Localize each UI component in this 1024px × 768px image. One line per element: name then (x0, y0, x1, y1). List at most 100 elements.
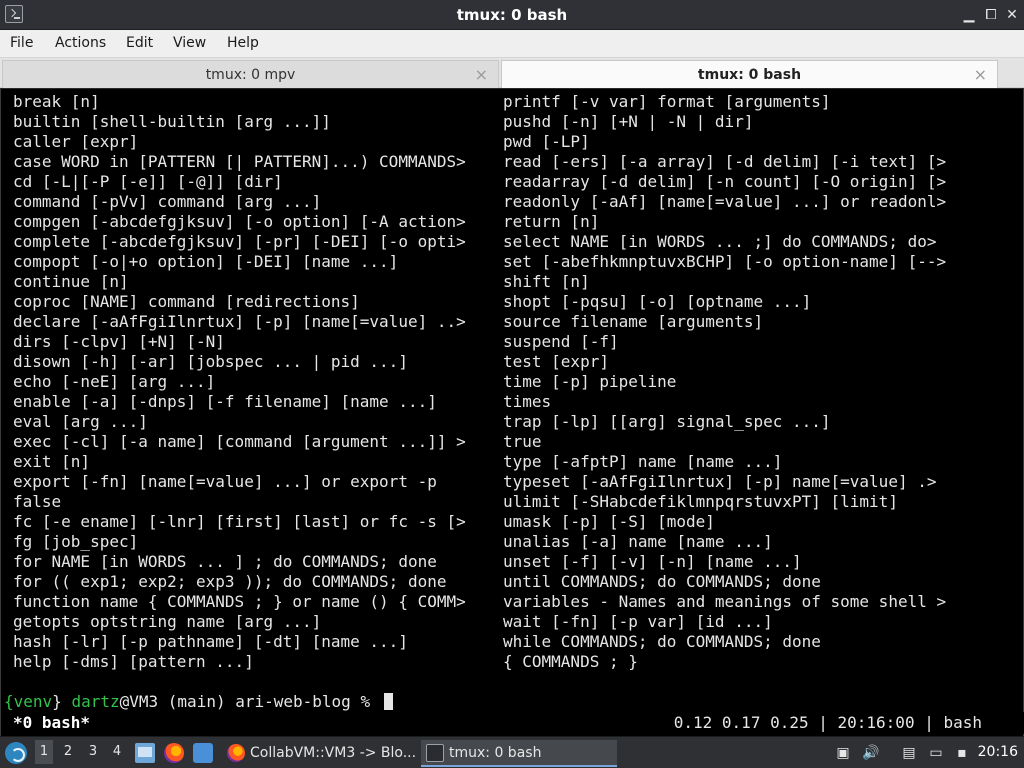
help-entry: ulimit [-SHabcdefiklmnpqrstuvxPT] [limit… (503, 492, 898, 511)
workspace-4[interactable]: 4 (108, 744, 126, 759)
help-entry: disown [-h] [-ar] [jobspec ... | pid ...… (13, 352, 408, 371)
help-entry: variables - Names and meanings of some s… (503, 592, 947, 611)
help-entry: read [-ers] [-a array] [-d delim] [-i te… (503, 152, 947, 171)
help-entry: export [-fn] [name[=value] ...] or expor… (13, 472, 437, 491)
help-entry: umask [-p] [-S] [mode] (503, 512, 715, 531)
file-manager-icon[interactable] (135, 743, 155, 763)
minimize-button[interactable]: ▁ (960, 6, 978, 24)
tab-close-icon[interactable]: × (475, 65, 488, 84)
help-entry: for (( exp1; exp2; exp3 )); do COMMANDS;… (13, 572, 447, 591)
terminal-area[interactable]: {venv} dartz@VM3 (main) ari-web-blog % *… (0, 89, 1024, 736)
help-entry: pushd [-n] [+N | -N | dir] (503, 112, 754, 131)
help-entry: hash [-lr] [-p pathname] [-dt] [name ...… (13, 632, 408, 651)
tmux-window-list[interactable]: *0 bash* (13, 713, 90, 732)
task-label: CollabVM::VM3 -> Blo... (250, 745, 417, 761)
menu-actions[interactable]: Actions (55, 35, 106, 51)
help-entry: function name { COMMANDS ; } or name () … (13, 592, 466, 611)
help-entry: enable [-a] [-dnps] [-f filename] [name … (13, 392, 437, 411)
help-entry: suspend [-f] (503, 332, 619, 351)
volume-icon[interactable]: 🔊 (862, 744, 880, 762)
update-icon[interactable]: ▪ (953, 744, 971, 762)
prompt-user: dartz (71, 692, 120, 711)
tab-close-icon[interactable]: × (974, 65, 987, 84)
help-entry: dirs [-clpv] [+N] [-N] (13, 332, 225, 351)
help-entry: command [-pVv] command [arg ...] (13, 192, 322, 211)
window-titlebar: tmux: 0 bash ▁ ⧠ ✕ (0, 0, 1024, 30)
help-entry: true (503, 432, 542, 451)
help-entry: exec [-cl] [-a name] [command [argument … (13, 432, 466, 451)
help-entry: exit [n] (13, 452, 91, 471)
help-entry: false (13, 492, 62, 511)
firefox-icon (227, 744, 245, 762)
menu-help[interactable]: Help (227, 35, 259, 51)
prompt-rest: @VM3 (main) ari-web-blog % (119, 692, 380, 711)
tab-tmux-mpv[interactable]: tmux: 0 mpv × (2, 60, 499, 88)
help-entry: wait [-fn] [-p var] [id ...] (503, 612, 773, 631)
help-entry: source filename [arguments] (503, 312, 764, 331)
window-title: tmux: 0 bash (456, 6, 568, 24)
tmux-status-bar: *0 bash* 0.12 0.17 0.25 | 20:16:00 | bas… (2, 712, 1024, 734)
clock[interactable]: 20:16 (978, 744, 1018, 760)
workspace-2[interactable]: 2 (59, 744, 77, 759)
taskbar-task-terminal[interactable]: tmux: 0 bash (421, 740, 617, 767)
help-entry: caller [expr] (13, 132, 139, 151)
show-desktop-icon[interactable] (193, 743, 213, 763)
help-entry: compgen [-abcdefgjksuv] [-o option] [-A … (13, 212, 466, 231)
help-entry: shopt [-pqsu] [-o] [optname ...] (503, 292, 812, 311)
close-button[interactable]: ✕ (1003, 6, 1021, 24)
help-entry: typeset [-aAfFgiIlnrtux] [-p] name[=valu… (503, 472, 937, 491)
clipboard-icon[interactable]: ▣ (834, 744, 852, 762)
start-menu-icon[interactable] (5, 742, 27, 764)
help-entry: help [-dms] [pattern ...] (13, 652, 254, 671)
help-entry: time [-p] pipeline (503, 372, 677, 391)
tab-label: tmux: 0 mpv (205, 67, 296, 83)
help-entry: type [-afptP] name [name ...] (503, 452, 783, 471)
menu-file[interactable]: File (10, 35, 33, 51)
prompt-venv: venv (13, 692, 53, 711)
help-entry: complete [-abcdefgjksuv] [-pr] [-DEI] [-… (13, 232, 466, 251)
help-entry: getopts optstring name [arg ...] (13, 612, 322, 631)
taskbar: 1 2 3 4 CollabVM::VM3 -> Blo... tmux: 0 … (0, 736, 1024, 768)
help-entry: trap [-lp] [[arg] signal_spec ...] (503, 412, 831, 431)
help-entry: set [-abefhkmnptuvxBCHP] [-o option-name… (503, 252, 947, 271)
help-entry: pwd [-LP] (503, 132, 590, 151)
menu-edit[interactable]: Edit (126, 35, 153, 51)
notes-icon[interactable]: ▤ (900, 744, 918, 762)
help-entry: shift [n] (503, 272, 590, 291)
tab-label: tmux: 0 bash (697, 67, 802, 83)
help-entry: test [expr] (503, 352, 609, 371)
help-entry: coproc [NAME] command [redirections] (13, 292, 360, 311)
help-entry: unset [-f] [-v] [-n] [name ...] (503, 552, 802, 571)
workspace-1[interactable]: 1 (35, 740, 53, 764)
workspace-3[interactable]: 3 (84, 744, 102, 759)
help-entry: compopt [-o|+o option] [-DEI] [name ...] (13, 252, 399, 271)
help-entry: readarray [-d delim] [-n count] [-O orig… (503, 172, 947, 191)
help-entry: declare [-aAfFgiIlnrtux] [-p] [name[=val… (13, 312, 466, 331)
task-label: tmux: 0 bash (449, 745, 542, 761)
tab-tmux-bash[interactable]: tmux: 0 bash × (501, 60, 998, 88)
help-entry: echo [-neE] [arg ...] (13, 372, 216, 391)
help-entry: printf [-v var] format [arguments] (503, 92, 831, 111)
help-entry: times (503, 392, 552, 411)
network-icon[interactable]: ▭ (927, 744, 945, 762)
prompt-brace-open: { (4, 692, 14, 711)
help-entry: while COMMANDS; do COMMANDS; done (503, 632, 821, 651)
help-entry: unalias [-a] name [name ...] (503, 532, 773, 551)
maximize-button[interactable]: ⧠ (982, 6, 1000, 24)
menu-view[interactable]: View (173, 35, 206, 51)
help-entry: eval [arg ...] (13, 412, 148, 431)
taskbar-task-firefox[interactable]: CollabVM::VM3 -> Blo... (222, 740, 418, 767)
tmux-status-info: 0.12 0.17 0.25 | 20:16:00 | bash (673, 713, 982, 732)
help-entry: { COMMANDS ; } (503, 652, 638, 671)
help-entry: fg [job_spec] (13, 532, 139, 551)
help-entry: fc [-e ename] [-lnr] [first] [last] or f… (13, 512, 466, 531)
help-entry: builtin [shell-builtin [arg ...]] (13, 112, 331, 131)
help-entry: for NAME [in WORDS ... ] ; do COMMANDS; … (13, 552, 437, 571)
help-entry: readonly [-aAf] [name[=value] ...] or re… (503, 192, 947, 211)
help-entry: return [n] (503, 212, 600, 231)
terminal-icon (426, 744, 444, 762)
help-entry: continue [n] (13, 272, 129, 291)
tab-bar: tmux: 0 mpv × tmux: 0 bash × (0, 58, 1024, 88)
firefox-launcher-icon[interactable] (164, 743, 184, 763)
help-entry: break [n] (13, 92, 100, 111)
